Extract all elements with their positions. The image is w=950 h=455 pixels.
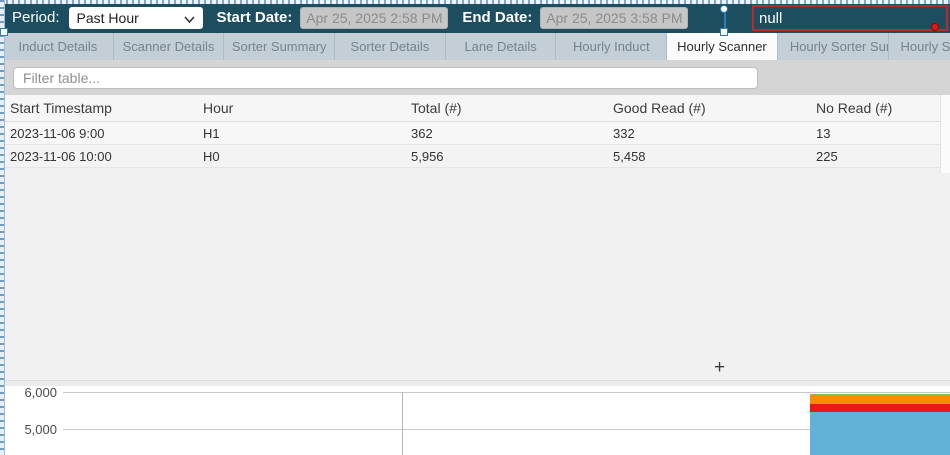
column-header-no-read[interactable]: No Read (#) bbox=[816, 100, 950, 116]
tab-bar: Induct Details Scanner Details Sorter Su… bbox=[3, 33, 950, 60]
cell-total: 362 bbox=[411, 126, 613, 141]
table-empty-area bbox=[3, 168, 950, 380]
cell-start-timestamp: 2023-11-06 10:00 bbox=[3, 149, 203, 164]
bar-segment-good-read bbox=[810, 412, 950, 455]
period-select-value: Past Hour bbox=[77, 10, 139, 26]
chevron-down-icon bbox=[184, 10, 195, 26]
overlay-null-value: null bbox=[759, 10, 782, 27]
cell-total: 5,956 bbox=[411, 149, 613, 164]
cell-no-read: 225 bbox=[816, 149, 950, 164]
cell-no-read: 13 bbox=[816, 126, 950, 141]
y-axis-tick: 6,000 bbox=[5, 385, 57, 400]
stacked-bar bbox=[810, 386, 950, 455]
tab-lane-details[interactable]: Lane Details bbox=[446, 33, 557, 60]
filter-bar bbox=[3, 60, 950, 95]
period-label: Period: bbox=[12, 9, 60, 26]
error-dot-icon bbox=[931, 23, 939, 31]
add-button[interactable]: + bbox=[714, 358, 725, 377]
table-row[interactable]: 2023-11-06 10:00 H0 5,956 5,458 225 bbox=[3, 145, 950, 168]
bar-segment-unlabeled-green bbox=[810, 394, 950, 395]
column-header-hour[interactable]: Hour bbox=[203, 100, 411, 116]
selection-handle-square[interactable] bbox=[720, 28, 728, 36]
tab-hourly-sorter[interactable]: Hourly Sorter bbox=[889, 33, 950, 60]
tab-induct-details[interactable]: Induct Details bbox=[3, 33, 114, 60]
cell-good-read: 332 bbox=[613, 126, 816, 141]
bar-segment-no-read bbox=[810, 404, 950, 412]
cell-hour: H0 bbox=[203, 149, 411, 164]
column-header-good-read[interactable]: Good Read (#) bbox=[613, 100, 816, 116]
period-select[interactable]: Past Hour bbox=[69, 7, 203, 29]
cell-hour: H1 bbox=[203, 126, 411, 141]
filter-table-input[interactable] bbox=[13, 67, 758, 89]
cell-good-read: 5,458 bbox=[613, 149, 816, 164]
end-date-label: End Date: bbox=[462, 9, 532, 26]
table-row[interactable]: 2023-11-06 9:00 H1 362 332 13 bbox=[3, 122, 950, 145]
end-date-input[interactable]: Apr 25, 2025 3:58 PM bbox=[540, 7, 688, 29]
tab-hourly-sorter-summary[interactable]: Hourly Sorter Summary bbox=[778, 33, 889, 60]
cell-start-timestamp: 2023-11-06 9:00 bbox=[3, 126, 203, 141]
selection-ruler-top bbox=[0, 0, 950, 4]
column-header-start-timestamp[interactable]: Start Timestamp bbox=[3, 100, 203, 116]
y-axis-tick: 5,000 bbox=[5, 422, 57, 437]
overlay-null-input[interactable]: null bbox=[752, 5, 948, 31]
column-header-total[interactable]: Total (#) bbox=[411, 100, 613, 116]
app-window: Period: Past Hour Start Date: Apr 25, 20… bbox=[0, 0, 950, 455]
selection-handle-circle[interactable] bbox=[720, 5, 728, 13]
category-divider-line bbox=[402, 392, 403, 455]
start-date-label: Start Date: bbox=[217, 9, 293, 26]
tab-hourly-scanner[interactable]: Hourly Scanner bbox=[667, 33, 778, 60]
vertical-scrollbar[interactable] bbox=[940, 95, 950, 173]
selection-ruler-left bbox=[0, 0, 5, 455]
selection-handle-corner[interactable] bbox=[0, 28, 8, 36]
start-date-input[interactable]: Apr 25, 2025 2:58 PM bbox=[300, 7, 448, 29]
tab-scanner-details[interactable]: Scanner Details bbox=[114, 33, 225, 60]
bar-segment-unlabeled-orange bbox=[810, 395, 950, 404]
tab-sorter-details[interactable]: Sorter Details bbox=[335, 33, 446, 60]
hourly-scanner-chart: 6,000 5,000 bbox=[3, 386, 950, 455]
tab-sorter-summary[interactable]: Sorter Summary bbox=[224, 33, 335, 60]
table-header-row: Start Timestamp Hour Total (#) Good Read… bbox=[3, 95, 950, 122]
tab-hourly-induct[interactable]: Hourly Induct bbox=[556, 33, 667, 60]
